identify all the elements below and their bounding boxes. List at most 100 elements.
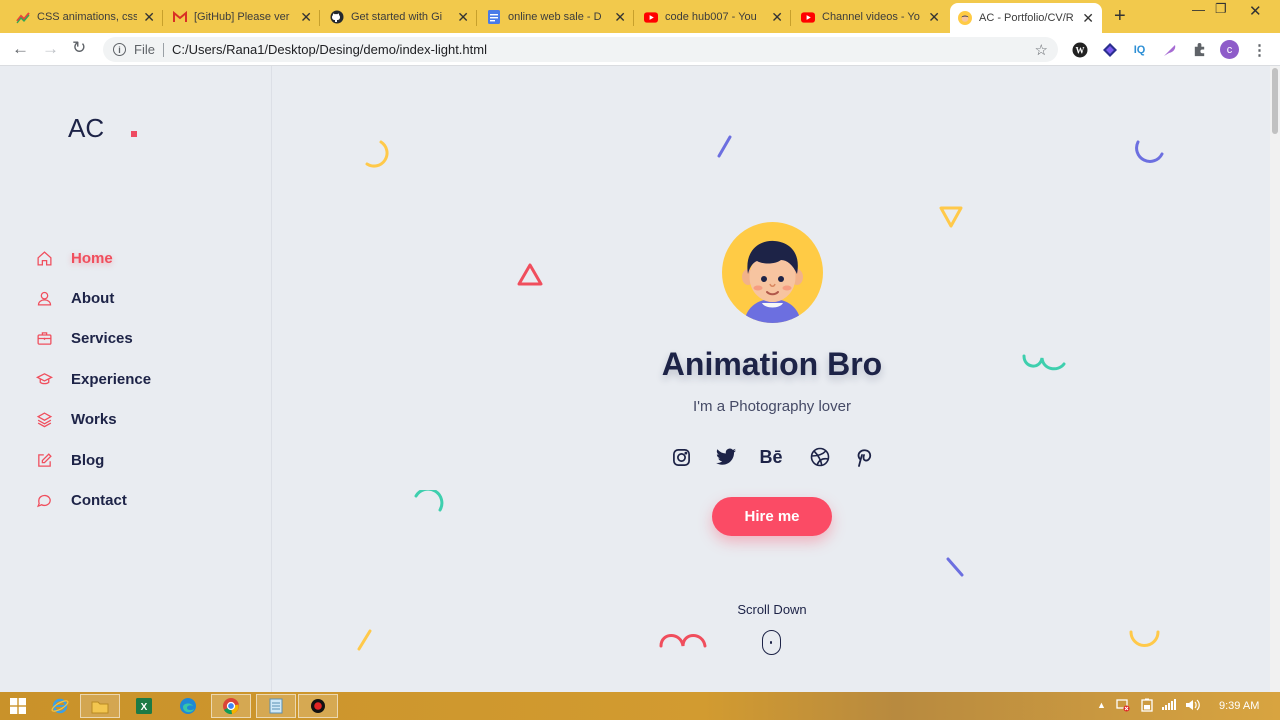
screen-recorder-icon[interactable] xyxy=(298,694,338,718)
close-icon[interactable]: ✕ xyxy=(300,9,312,26)
scrollbar-thumb[interactable] xyxy=(1272,68,1278,134)
wordpress-extension-icon[interactable]: W xyxy=(1071,41,1088,58)
nav-item-works[interactable]: Works xyxy=(36,407,117,431)
close-icon[interactable]: ✕ xyxy=(771,9,783,26)
browser-tab[interactable]: CSS animations, css ✕ xyxy=(8,3,163,31)
tab-separator xyxy=(790,10,791,26)
nav-label: Experience xyxy=(71,370,152,388)
svg-text:X: X xyxy=(141,702,148,713)
nav-item-about[interactable]: About xyxy=(36,286,114,310)
close-icon[interactable]: ✕ xyxy=(928,9,940,26)
pinterest-icon[interactable] xyxy=(853,446,875,468)
close-icon[interactable]: ✕ xyxy=(143,9,155,26)
deco-squiggle-teal xyxy=(1022,354,1066,371)
feather-extension-icon[interactable] xyxy=(1161,41,1178,58)
nav-label: About xyxy=(71,289,115,307)
dribbble-icon[interactable] xyxy=(809,446,831,468)
tab-separator xyxy=(633,10,634,26)
browser-tab-strip: CSS animations, css ✕ [GitHub] Please ve… xyxy=(0,0,1280,33)
address-bar[interactable]: i File C:/Users/Rana1/Desktop/Desing/dem… xyxy=(103,37,1058,62)
avatar-favicon-icon xyxy=(958,11,972,25)
nav-item-home[interactable]: Home xyxy=(36,246,113,270)
hero-name: Animation Bro xyxy=(661,346,883,382)
close-icon[interactable]: ✕ xyxy=(1082,10,1094,27)
profile-avatar[interactable]: c xyxy=(1220,40,1239,59)
deco-arc-blue xyxy=(1135,140,1164,163)
twitter-icon[interactable] xyxy=(715,446,737,468)
deco-line-blue xyxy=(717,135,732,158)
battery-icon[interactable] xyxy=(1140,698,1154,715)
back-button[interactable]: ← xyxy=(12,39,29,59)
volume-icon[interactable] xyxy=(1185,698,1201,715)
browser-tab[interactable]: Channel videos - Yo ✕ xyxy=(793,3,948,31)
taskbar-clock[interactable]: 9:39 AM xyxy=(1219,700,1259,712)
logo-dot xyxy=(131,131,137,137)
page-scrollbar[interactable] xyxy=(1270,66,1280,692)
sidebar: AC Home About Services Experience Works … xyxy=(0,66,272,692)
excel-icon[interactable]: X xyxy=(126,694,162,718)
deco-triangle-yellow xyxy=(939,206,963,228)
file-explorer-icon[interactable] xyxy=(80,694,120,718)
youtube-favicon-icon xyxy=(801,10,815,24)
maximize-button[interactable]: ❐ xyxy=(1215,1,1227,17)
chat-icon xyxy=(37,494,51,507)
close-icon[interactable]: ✕ xyxy=(614,9,626,26)
behance-icon[interactable]: Bē xyxy=(760,446,783,468)
nav-item-experience[interactable]: Experience xyxy=(36,367,151,391)
site-logo[interactable]: AC xyxy=(68,113,104,144)
edge-icon[interactable] xyxy=(170,694,206,718)
windows-taskbar: X ▲ 9:39 AM xyxy=(0,692,1280,720)
close-window-button[interactable]: ✕ xyxy=(1249,2,1262,20)
tab-title: code hub007 - You xyxy=(665,11,757,23)
nav-label: Contact xyxy=(71,491,127,509)
home-icon xyxy=(37,250,52,266)
reload-button[interactable]: ↻ xyxy=(72,38,86,58)
signal-strength-icon[interactable] xyxy=(1162,698,1177,713)
new-tab-button[interactable]: + xyxy=(1114,5,1126,28)
github-favicon-icon xyxy=(330,10,344,24)
nav-label: Services xyxy=(71,329,133,347)
nav-label: Home xyxy=(71,249,113,267)
address-scheme-label: File xyxy=(134,42,155,57)
start-button[interactable] xyxy=(0,694,36,718)
layers-extension-icon[interactable] xyxy=(1101,41,1118,58)
deco-triangle-red xyxy=(517,263,543,286)
close-icon[interactable]: ✕ xyxy=(457,9,469,26)
nav-item-services[interactable]: Services xyxy=(36,326,133,350)
address-url[interactable]: C:/Users/Rana1/Desktop/Desing/demo/index… xyxy=(172,42,487,57)
tab-separator xyxy=(162,10,163,26)
browser-tab[interactable]: online web sale - D ✕ xyxy=(479,3,634,31)
chrome-taskbar-icon[interactable] xyxy=(211,694,251,718)
browser-tab-active[interactable]: AC - Portfolio/CV/R ✕ xyxy=(950,3,1102,33)
mouse-scroll-icon[interactable] xyxy=(762,630,781,655)
chart-favicon-icon xyxy=(16,10,30,24)
gmail-favicon-icon xyxy=(173,10,187,24)
network-error-icon[interactable] xyxy=(1116,698,1130,715)
puzzle-extensions-icon[interactable] xyxy=(1191,41,1208,58)
instagram-icon[interactable] xyxy=(670,446,692,468)
address-divider xyxy=(162,42,164,57)
tab-separator xyxy=(476,10,477,26)
browser-tab[interactable]: Get started with Gi ✕ xyxy=(322,3,477,31)
minimize-button[interactable]: — xyxy=(1192,2,1205,17)
notepad-icon[interactable] xyxy=(256,694,296,718)
graduation-cap-icon xyxy=(36,372,53,384)
browser-tab[interactable]: code hub007 - You ✕ xyxy=(636,3,791,31)
nav-item-contact[interactable]: Contact xyxy=(36,488,127,512)
user-icon xyxy=(37,291,52,306)
hire-me-button[interactable]: Hire me xyxy=(712,497,832,536)
social-links: Bē xyxy=(670,446,880,468)
browser-menu-icon[interactable]: ⋮ xyxy=(1251,41,1268,59)
internet-explorer-icon[interactable] xyxy=(42,694,78,718)
bookmark-star-icon[interactable]: ☆ xyxy=(1035,41,1048,59)
deco-arc-teal xyxy=(414,490,444,512)
browser-tab[interactable]: [GitHub] Please ver ✕ xyxy=(165,3,320,31)
tab-title: online web sale - D xyxy=(508,11,602,23)
info-icon[interactable]: i xyxy=(113,43,126,56)
nav-item-blog[interactable]: Blog xyxy=(36,448,104,472)
iq-extension-icon[interactable]: IQ xyxy=(1131,41,1148,58)
forward-button[interactable]: → xyxy=(42,39,59,59)
show-hidden-icons-chevron-icon[interactable]: ▲ xyxy=(1097,700,1106,710)
scroll-down-label[interactable]: Scroll Down xyxy=(700,602,844,617)
deco-wave-red xyxy=(659,634,707,648)
